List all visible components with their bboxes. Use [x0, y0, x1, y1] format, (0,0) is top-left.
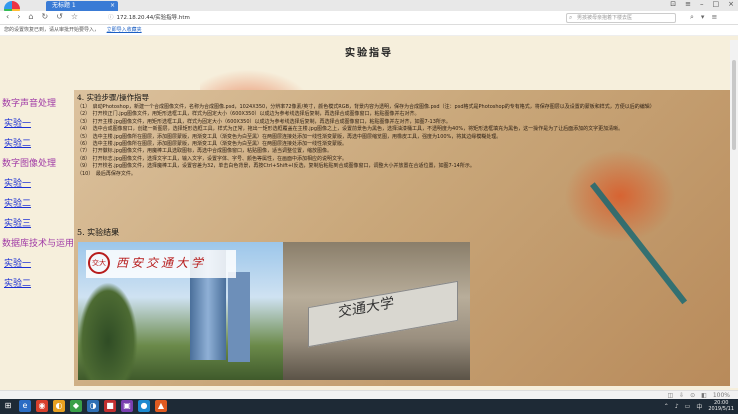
- app-icon[interactable]: ■: [104, 400, 116, 412]
- info-bar-text: 您的设置恢复已到，请从审批开始要导入，: [4, 27, 100, 33]
- url-text: 172.18.20.44/实验指导.htm: [116, 15, 190, 21]
- network-icon[interactable]: ▭: [685, 403, 691, 410]
- sidebar-category-database: 数据库技术与运用: [2, 239, 75, 249]
- web-page: 实验指导 数字声音处理 实验一 实验二 数字图像处理 实验一 实验二 实验三 数…: [0, 36, 738, 390]
- search-placeholder: 男孩被母亲抱着下楼去医: [577, 15, 633, 21]
- search-icon: ⌕: [569, 14, 573, 21]
- step-item: （5） 选中主楼.jpg图像所在图层，添加图层蒙版，用渐变工具（渐变色为白至黑）…: [77, 133, 502, 140]
- os-taskbar: ⊞ e ◉ ◐ ◆ ◑ ■ ▣ ● ▲ ⌃ ♪ ▭ 中 20:00 2019/5…: [0, 399, 738, 414]
- sidebar-item-audio-exp1[interactable]: 实验一: [0, 114, 74, 134]
- address-bar[interactable]: ⓘ 172.18.20.44/实验指导.htm: [108, 13, 488, 23]
- import-info-bar: 您的设置恢复已到，请从审批开始要导入， 立即导入收藏夹: [0, 25, 738, 36]
- browser-nav-bar: ‹ › ⌂ ↻ ↺ ☆ ⓘ 172.18.20.44/实验指导.htm ⌕ 男孩被…: [0, 11, 738, 25]
- section-steps-heading: 4. 实验步骤/操作指导: [77, 93, 150, 102]
- browser-tab-bar: 无标题 1 × ⊡ ≡ – □ ×: [0, 0, 738, 17]
- info-icon: ⓘ: [108, 15, 114, 21]
- sidebar-category-image: 数字图像处理: [2, 159, 57, 169]
- step-item: （4） 选中合成图像窗口，创建一新图层，选择矩形选框工具，样式为正常，拖出一矩形…: [77, 126, 624, 133]
- window-controls: ⊡ ≡ – □ ×: [670, 0, 734, 11]
- favorite-star-icon[interactable]: ☆: [71, 12, 78, 21]
- minimize-icon[interactable]: –: [700, 0, 704, 11]
- result-composite-image: 交通大学 交大 西安交通大学: [78, 242, 470, 380]
- step-item: （2） 打开校正门.jpg图像文件，用矩形选框工具，样式为固定大小（600X35…: [77, 111, 420, 118]
- menu-icon[interactable]: ≡: [685, 0, 691, 11]
- ime-icon[interactable]: 中: [696, 402, 702, 411]
- dropdown-icon[interactable]: ▾: [701, 13, 705, 22]
- tab-active[interactable]: 无标题 1 ×: [46, 1, 118, 11]
- tab-title: 无标题 1: [52, 2, 76, 9]
- app-icon[interactable]: ▲: [155, 400, 167, 412]
- sidebar-nav: 数字声音处理 实验一 实验二 数字图像处理 实验一 实验二 实验三 数据库技术与…: [0, 94, 74, 294]
- maximize-icon[interactable]: □: [713, 0, 720, 11]
- sidebar-item-audio-exp2[interactable]: 实验二: [0, 134, 74, 154]
- edge-icon[interactable]: e: [19, 400, 31, 412]
- start-icon[interactable]: ⊞: [2, 400, 14, 412]
- photo-tree: [78, 282, 138, 380]
- sidebar-item-image-exp2[interactable]: 实验二: [0, 194, 74, 214]
- university-seal-icon: 交大: [88, 252, 110, 274]
- app-icon[interactable]: ◑: [87, 400, 99, 412]
- forward-icon[interactable]: ›: [17, 12, 20, 21]
- clock[interactable]: 20:00 2019/5/11: [708, 400, 734, 412]
- sidebar-item-image-exp3[interactable]: 实验三: [0, 214, 74, 234]
- sidebar-item-db-exp2[interactable]: 实验二: [0, 274, 74, 294]
- app-icon[interactable]: ◉: [36, 400, 48, 412]
- page-title: 实验指导: [345, 48, 393, 59]
- search-input[interactable]: ⌕ 男孩被母亲抱着下楼去医: [566, 13, 676, 23]
- tab-close-icon[interactable]: ×: [110, 1, 115, 11]
- photo-side-building: [228, 272, 250, 362]
- decorative-flower: [560, 146, 680, 246]
- system-tray: ⌃ ♪ ▭ 中 20:00 2019/5/11: [664, 400, 734, 412]
- scrollbar-thumb[interactable]: [732, 60, 736, 150]
- tray-expand-icon[interactable]: ⌃: [664, 403, 669, 410]
- app-icon[interactable]: ◐: [53, 400, 65, 412]
- app-icon[interactable]: ●: [138, 400, 150, 412]
- browser-menu-icon[interactable]: ≡: [711, 13, 717, 22]
- close-icon[interactable]: ×: [728, 0, 734, 11]
- restore-icon[interactable]: ⊡: [670, 0, 676, 11]
- import-favorites-link[interactable]: 立即导入收藏夹: [107, 27, 142, 33]
- sidebar-category-audio: 数字声音处理: [2, 99, 57, 109]
- sidebar-item-image-exp1[interactable]: 实验一: [0, 174, 74, 194]
- refresh-icon[interactable]: ↻: [41, 12, 48, 21]
- section-results-heading: 5. 实验结果: [77, 228, 120, 237]
- nav-right-tools: ⌕ ▾ ≡: [690, 13, 717, 22]
- sidebar-item-db-exp1[interactable]: 实验一: [0, 254, 74, 274]
- home-icon[interactable]: ⌂: [28, 12, 33, 21]
- search-engine-icon[interactable]: ⌕: [690, 13, 694, 22]
- app-icon[interactable]: ◆: [70, 400, 82, 412]
- volume-icon[interactable]: ♪: [675, 403, 679, 410]
- photo-banner-text: 西安交通大学: [116, 256, 207, 270]
- browser-status-bar: ◫ ⇩ ⊙ ◧ 100%: [0, 390, 738, 399]
- app-icon[interactable]: ▣: [121, 400, 133, 412]
- nav-buttons: ‹ › ⌂ ↻ ↺ ☆: [6, 12, 78, 21]
- back-icon[interactable]: ‹: [6, 12, 9, 21]
- undo-icon[interactable]: ↺: [56, 12, 63, 21]
- clock-date: 2019/5/11: [708, 406, 734, 412]
- taskbar-apps: ⊞ e ◉ ◐ ◆ ◑ ■ ▣ ● ▲: [2, 400, 167, 412]
